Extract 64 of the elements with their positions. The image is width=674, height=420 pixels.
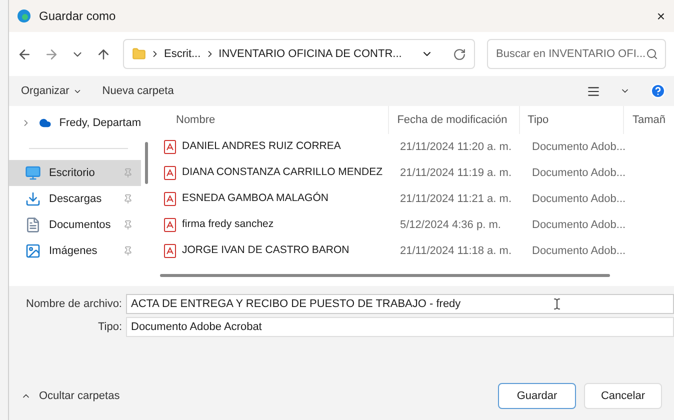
filename-field[interactable]: ACTA DE ENTREGA Y RECIBO DE PUESTO DE TRABAJO - fredy xyxy=(126,294,674,314)
pdf-file-icon xyxy=(164,244,176,258)
file-name-cell[interactable]: JORGE IVAN DE CASTRO BARON xyxy=(156,243,392,259)
file-name-cell[interactable]: firma fredy sanchez xyxy=(156,217,392,233)
breadcrumb[interactable]: Escrit... xyxy=(164,46,201,62)
close-button[interactable]: × xyxy=(656,6,666,26)
date-cell-text: 21/11/2024 11:18 a. m. xyxy=(399,244,513,259)
type-cell-text: Documento Adob... xyxy=(531,166,627,181)
horizontal-scrollbar[interactable] xyxy=(160,274,610,276)
date-cell-text: 21/11/2024 11:20 a. m. xyxy=(399,140,513,155)
date-cell-text: 21/11/2024 11:19 a. m. xyxy=(399,166,513,181)
search-field[interactable]: Buscar en INVENTARIO OFI... xyxy=(487,39,666,69)
sidebar-item[interactable]: Escritorio xyxy=(9,160,141,186)
organize-menu[interactable]: Organizar xyxy=(21,82,82,100)
address-bar[interactable]: Escrit... INVENTARIO OFICINA DE CONTR... xyxy=(123,39,475,69)
file-name-cell[interactable]: ESNEDA GAMBOA MALAGÓN xyxy=(156,191,392,207)
new-folder-button[interactable]: Nueva carpeta xyxy=(102,82,174,100)
sidebar-item[interactable]: Fredy, Departam xyxy=(9,110,141,136)
search-icon xyxy=(646,48,658,60)
column-header[interactable]: Nombre xyxy=(156,106,390,134)
column-header[interactable]: Tipo xyxy=(520,106,624,134)
type-label: Tipo: xyxy=(96,320,122,335)
sidebar-item[interactable]: Documentos xyxy=(9,212,141,238)
breadcrumb[interactable]: INVENTARIO OFICINA DE CONTR... xyxy=(218,46,402,62)
up-icon[interactable] xyxy=(96,46,111,62)
type-cell-text: Documento Adob... xyxy=(531,140,627,155)
file-name-cell[interactable]: DANIEL ANDRES RUIZ CORREA xyxy=(156,139,392,155)
pin-icon xyxy=(123,194,133,204)
hide-folders-button[interactable]: Ocultar carpetas xyxy=(21,388,120,404)
help-icon[interactable] xyxy=(650,83,666,99)
forward-icon[interactable] xyxy=(44,46,59,62)
document-icon xyxy=(25,217,41,233)
save-button[interactable]: Guardar xyxy=(498,383,576,409)
view-options-icon[interactable] xyxy=(587,84,600,98)
type-dropdown[interactable]: Documento Adobe Acrobat xyxy=(126,317,674,337)
browser-logo-icon xyxy=(17,9,31,23)
file-name-cell[interactable]: DIANA CONSTANZA CARRILLO MENDEZ xyxy=(156,165,392,181)
cloud-icon xyxy=(39,116,52,130)
type-cell-text: Documento Adob... xyxy=(531,218,627,233)
date-cell-text: 5/12/2024 4:36 p. m. xyxy=(399,218,502,233)
scrollbar-thumb[interactable] xyxy=(145,142,148,184)
picture-icon xyxy=(25,243,41,259)
pin-icon xyxy=(123,246,133,256)
desktop-icon xyxy=(25,165,41,181)
column-header[interactable]: Tamañ xyxy=(624,106,674,134)
date-cell-text: 21/11/2024 11:21 a. m. xyxy=(399,192,513,207)
pdf-file-icon xyxy=(164,140,176,154)
pdf-file-icon xyxy=(164,218,176,232)
cancel-button[interactable]: Cancelar xyxy=(584,383,662,409)
refresh-icon[interactable] xyxy=(453,48,466,60)
column-header[interactable]: Fecha de modificación xyxy=(389,106,520,134)
window-title: Guardar como xyxy=(39,8,116,25)
sidebar-item[interactable]: Imágenes xyxy=(9,238,141,264)
pin-icon xyxy=(123,220,133,230)
back-icon[interactable] xyxy=(17,46,32,62)
filename-label: Nombre de archivo: xyxy=(25,296,122,312)
sidebar-item[interactable]: Descargas xyxy=(9,186,141,212)
type-cell-text: Documento Adob... xyxy=(531,192,627,207)
download-icon xyxy=(25,191,41,207)
pin-icon xyxy=(123,168,133,178)
pdf-file-icon xyxy=(164,192,176,206)
pdf-file-icon xyxy=(164,166,176,180)
type-cell-text: Documento Adob... xyxy=(531,244,627,259)
folder-icon xyxy=(132,47,146,61)
